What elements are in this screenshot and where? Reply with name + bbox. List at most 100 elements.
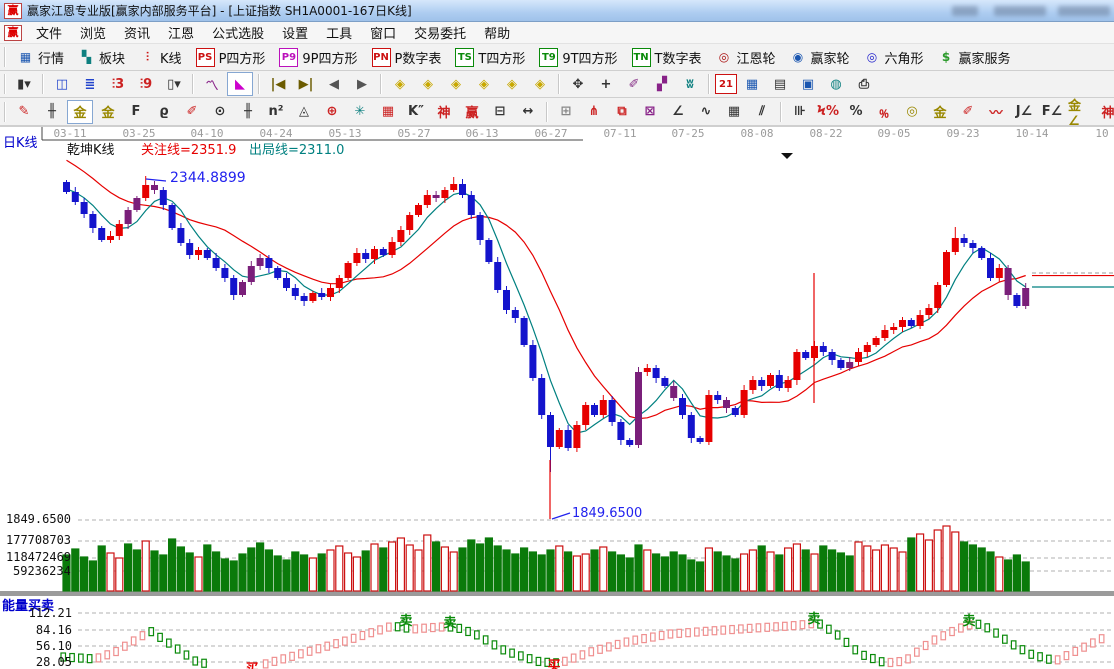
hist-bars-icon[interactable]: ⊪ bbox=[787, 100, 813, 124]
toolbar-button-winner-service[interactable]: $赢家服务 bbox=[931, 48, 1018, 67]
gold-box-2-icon[interactable]: 金 bbox=[95, 100, 121, 124]
shen-angle-icon[interactable]: 神 bbox=[1095, 100, 1114, 124]
brain-tool-icon[interactable]: ʬ bbox=[677, 72, 703, 96]
percent-line-icon[interactable]: ﹪ bbox=[871, 100, 897, 124]
gann-block-icon[interactable]: ▞ bbox=[649, 72, 675, 96]
low-price-annotation: 1849.6500 bbox=[572, 506, 642, 521]
shen-tool-icon[interactable]: 神 bbox=[431, 100, 457, 124]
grid-target-icon[interactable]: ▦ bbox=[375, 100, 401, 124]
toolbar-button-sectors[interactable]: ▚板块 bbox=[71, 48, 132, 67]
bars-9-icon[interactable]: ⫶9 bbox=[133, 72, 159, 96]
menu-item-8[interactable]: 交易委托 bbox=[405, 23, 475, 42]
series-label-qiankun-kline: 乾坤K线 bbox=[67, 139, 115, 158]
ruler-123-icon[interactable]: ⊟ bbox=[487, 100, 513, 124]
export-print-icon[interactable]: ⎙ bbox=[851, 72, 877, 96]
comb-2-icon[interactable]: ╫ bbox=[235, 100, 261, 124]
quote-doc-icon[interactable]: ≣ bbox=[77, 72, 103, 96]
menu-item-9[interactable]: 帮助 bbox=[475, 23, 519, 42]
f-tool-icon[interactable]: F bbox=[123, 100, 149, 124]
menu-item-5[interactable]: 设置 bbox=[273, 23, 317, 42]
nav-prev-icon[interactable]: ◀ bbox=[321, 72, 347, 96]
pen-2-icon[interactable]: ✐ bbox=[179, 100, 205, 124]
menu-item-3[interactable]: 江恩 bbox=[159, 23, 203, 42]
toolbar-separator bbox=[4, 47, 6, 67]
star-rays-icon[interactable]: ✳ bbox=[347, 100, 373, 124]
toolbar-button-t-number-table[interactable]: TNT数字表 bbox=[625, 48, 709, 67]
diamond-cross-icon[interactable]: ◈ bbox=[471, 72, 497, 96]
angle-box-icon[interactable]: ⧉ bbox=[609, 100, 635, 124]
diamond-star-icon[interactable]: ◈ bbox=[499, 72, 525, 96]
p-square-icon: PS bbox=[196, 48, 215, 67]
9t-square-label: 9T四方形 bbox=[562, 48, 617, 67]
angle-pen-icon[interactable]: ✐ bbox=[621, 72, 647, 96]
pct-wave-icon[interactable]: Ϟ% bbox=[815, 100, 841, 124]
calculator-icon[interactable]: ▦ bbox=[739, 72, 765, 96]
gann-fan-icon[interactable]: ⋔ bbox=[581, 100, 607, 124]
pen-3-icon[interactable]: ✐ bbox=[955, 100, 981, 124]
menu-item-4[interactable]: 公式选股 bbox=[203, 23, 273, 42]
menu-item-7[interactable]: 窗口 bbox=[361, 23, 405, 42]
nav-next-icon[interactable]: ▶ bbox=[349, 72, 375, 96]
candle-type-dropdown-icon[interactable]: ▯▾ bbox=[161, 72, 187, 96]
trend-pattern-icon[interactable]: ◫ bbox=[49, 72, 75, 96]
toolbar-button-p-square[interactable]: PSP四方形 bbox=[189, 48, 273, 67]
crosshair-icon[interactable]: + bbox=[593, 72, 619, 96]
toolbar-button-winner-wheel[interactable]: ◉赢家轮 bbox=[783, 48, 857, 67]
gann-clock-icon[interactable]: ⊙ bbox=[207, 100, 233, 124]
diamond-right-icon[interactable]: ◈ bbox=[415, 72, 441, 96]
grid-black-icon[interactable]: ▦ bbox=[721, 100, 747, 124]
menu-item-2[interactable]: 资讯 bbox=[115, 23, 159, 42]
toolbar-button-t-square[interactable]: TST四方形 bbox=[448, 48, 532, 67]
diamond-all-icon[interactable]: ◈ bbox=[527, 72, 553, 96]
toolbar-separator bbox=[558, 74, 560, 94]
parallel-lines-icon[interactable]: ⫽ bbox=[749, 100, 775, 124]
tri-flag-icon[interactable]: ◬ bbox=[291, 100, 317, 124]
gold-line-icon[interactable]: 金 bbox=[927, 100, 953, 124]
j-angle-icon[interactable]: J∠ bbox=[1011, 100, 1037, 124]
diamond-left-icon[interactable]: ◈ bbox=[387, 72, 413, 96]
ying-tool-icon[interactable]: 赢 bbox=[459, 100, 485, 124]
toolbar-button-gann-wheel[interactable]: ◎江恩轮 bbox=[709, 48, 783, 67]
diamond-horizontal-icon[interactable]: ◈ bbox=[443, 72, 469, 96]
gold-box-1-icon[interactable]: 金 bbox=[67, 100, 93, 124]
menu-item-0[interactable]: 文件 bbox=[27, 23, 71, 42]
nav-first-icon[interactable]: |◀ bbox=[265, 72, 291, 96]
toolbar-button-9p-square[interactable]: P99P四方形 bbox=[272, 48, 364, 67]
toolbar-button-quotes[interactable]: ▦行情 bbox=[10, 48, 71, 67]
save-disk-icon[interactable]: ▣ bbox=[795, 72, 821, 96]
draw-pen-icon[interactable]: ✎ bbox=[11, 100, 37, 124]
box-square-icon[interactable]: ⊞ bbox=[553, 100, 579, 124]
kline-chart-canvas[interactable] bbox=[0, 126, 1114, 669]
toolbar-button-9t-square[interactable]: T99T四方形 bbox=[532, 48, 624, 67]
time-comb-icon[interactable]: ╫ bbox=[39, 100, 65, 124]
color-volume-chart-icon[interactable]: ◣ bbox=[227, 72, 253, 96]
toolbar-button-kline[interactable]: ⫶K线 bbox=[132, 48, 189, 67]
hand-drag-icon[interactable]: ✥ bbox=[565, 72, 591, 96]
p-number-table-icon: PN bbox=[372, 48, 391, 67]
purple-pattern-icon[interactable]: 〽 bbox=[199, 72, 225, 96]
target-cross-icon[interactable]: ⊕ bbox=[319, 100, 345, 124]
notepad-icon[interactable]: ▤ bbox=[767, 72, 793, 96]
toolbar-button-hexagon[interactable]: ◎六角形 bbox=[857, 48, 931, 67]
toolbar-button-p-number-table[interactable]: PNP数字表 bbox=[365, 48, 449, 67]
nav-last-icon[interactable]: ▶| bbox=[293, 72, 319, 96]
h-measure-icon[interactable]: ↔ bbox=[515, 100, 541, 124]
t-square-label: T四方形 bbox=[478, 48, 525, 67]
save-web-icon[interactable]: ◍ bbox=[823, 72, 849, 96]
menu-item-6[interactable]: 工具 bbox=[317, 23, 361, 42]
gold-angle-icon[interactable]: 金∠ bbox=[1067, 100, 1093, 124]
bars-3-icon[interactable]: ⫶3 bbox=[105, 72, 131, 96]
spiral-icon[interactable]: ϱ bbox=[151, 100, 177, 124]
zigzag-icon[interactable]: ∿ bbox=[693, 100, 719, 124]
k-mark-icon[interactable]: K″ bbox=[403, 100, 429, 124]
kline-style-dropdown-icon[interactable]: ▮▾ bbox=[11, 72, 37, 96]
menu-item-1[interactable]: 浏览 bbox=[71, 23, 115, 42]
n-square-icon[interactable]: n² bbox=[263, 100, 289, 124]
cross-box-icon[interactable]: ⊠ bbox=[637, 100, 663, 124]
angle-line-icon[interactable]: ∠ bbox=[665, 100, 691, 124]
f-angle-icon[interactable]: F∠ bbox=[1039, 100, 1065, 124]
wave-gold-icon[interactable]: 〰 bbox=[983, 100, 1009, 124]
gold-circle-icon[interactable]: ◎ bbox=[899, 100, 925, 124]
calendar-21-icon[interactable]: 21 bbox=[715, 74, 737, 94]
percent-icon[interactable]: % bbox=[843, 100, 869, 124]
